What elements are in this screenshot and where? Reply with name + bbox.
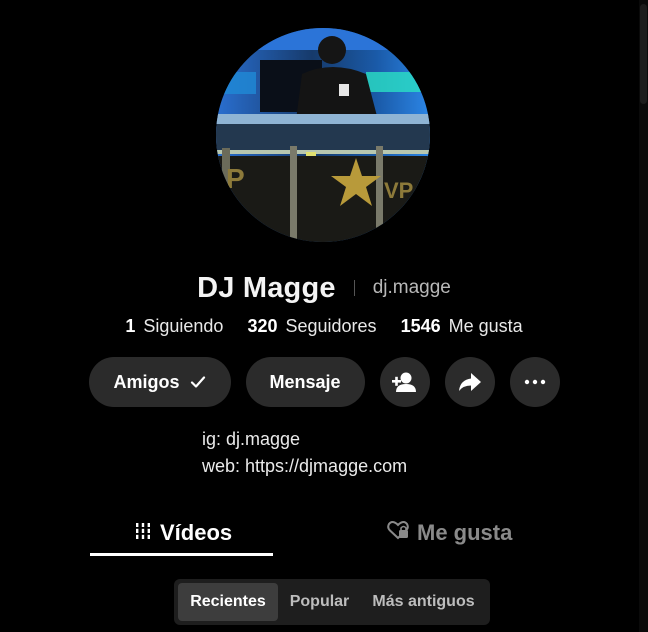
stat-count: 1 <box>125 315 136 336</box>
stat-label: Me gusta <box>448 315 523 336</box>
profile-tabs: Vídeos Me gusta <box>90 510 555 558</box>
tab-liked-label: Me gusta <box>417 520 513 545</box>
profile-bio: ig: dj.magge web: https://djmagge.com <box>202 426 407 480</box>
stat-label: Siguiendo <box>143 315 224 336</box>
sort-oldest-button[interactable]: Más antiguos <box>361 583 486 621</box>
share-button[interactable] <box>444 357 495 407</box>
scrollbar-thumb[interactable] <box>640 4 647 104</box>
active-tab-indicator <box>90 553 273 556</box>
message-button-label: Mensaje <box>269 371 341 392</box>
username: dj.magge <box>372 277 451 298</box>
sort-popular-button[interactable]: Popular <box>278 583 361 621</box>
more-icon <box>524 379 546 385</box>
sort-recent-button[interactable]: Recientes <box>178 583 278 621</box>
add-friend-icon <box>391 371 418 393</box>
name-divider <box>353 280 355 296</box>
svg-text:P: P <box>226 163 245 194</box>
share-icon <box>458 372 482 392</box>
heart-lock-icon <box>387 520 409 546</box>
message-button[interactable]: Mensaje <box>245 357 365 407</box>
friends-button[interactable]: Amigos <box>88 357 231 407</box>
grid-icon <box>134 520 152 546</box>
more-options-button[interactable] <box>509 357 560 407</box>
stat-count: 320 <box>247 315 278 336</box>
check-icon <box>190 375 206 389</box>
profile-stats: 1 Siguiendo 320 Seguidores 1546 Me gusta <box>0 312 648 340</box>
profile-header: DJ Magge dj.magge <box>0 268 648 308</box>
stat-label: Seguidores <box>285 315 377 336</box>
stat-followers[interactable]: 320 Seguidores <box>247 316 376 337</box>
stat-count: 1546 <box>400 315 441 336</box>
tab-videos[interactable]: Vídeos <box>134 510 232 556</box>
bio-line-website[interactable]: web: https://djmagge.com <box>202 453 407 480</box>
display-name: DJ Magge <box>197 271 336 304</box>
tab-videos-label: Vídeos <box>160 520 233 545</box>
sort-control: Recientes Popular Más antiguos <box>174 579 490 625</box>
tab-liked[interactable]: Me gusta <box>387 510 512 556</box>
friends-button-label: Amigos <box>113 371 180 392</box>
avatar-photo: P VP <box>216 28 430 242</box>
stat-likes: 1546 Me gusta <box>401 316 523 337</box>
add-friend-button[interactable] <box>379 357 430 407</box>
bio-line-instagram: ig: dj.magge <box>202 429 301 449</box>
stat-following[interactable]: 1 Siguiendo <box>125 316 223 337</box>
profile-actions: Amigos Mensaje <box>0 357 648 407</box>
avatar[interactable]: P VP <box>216 28 430 242</box>
svg-text:VP: VP <box>384 178 413 203</box>
